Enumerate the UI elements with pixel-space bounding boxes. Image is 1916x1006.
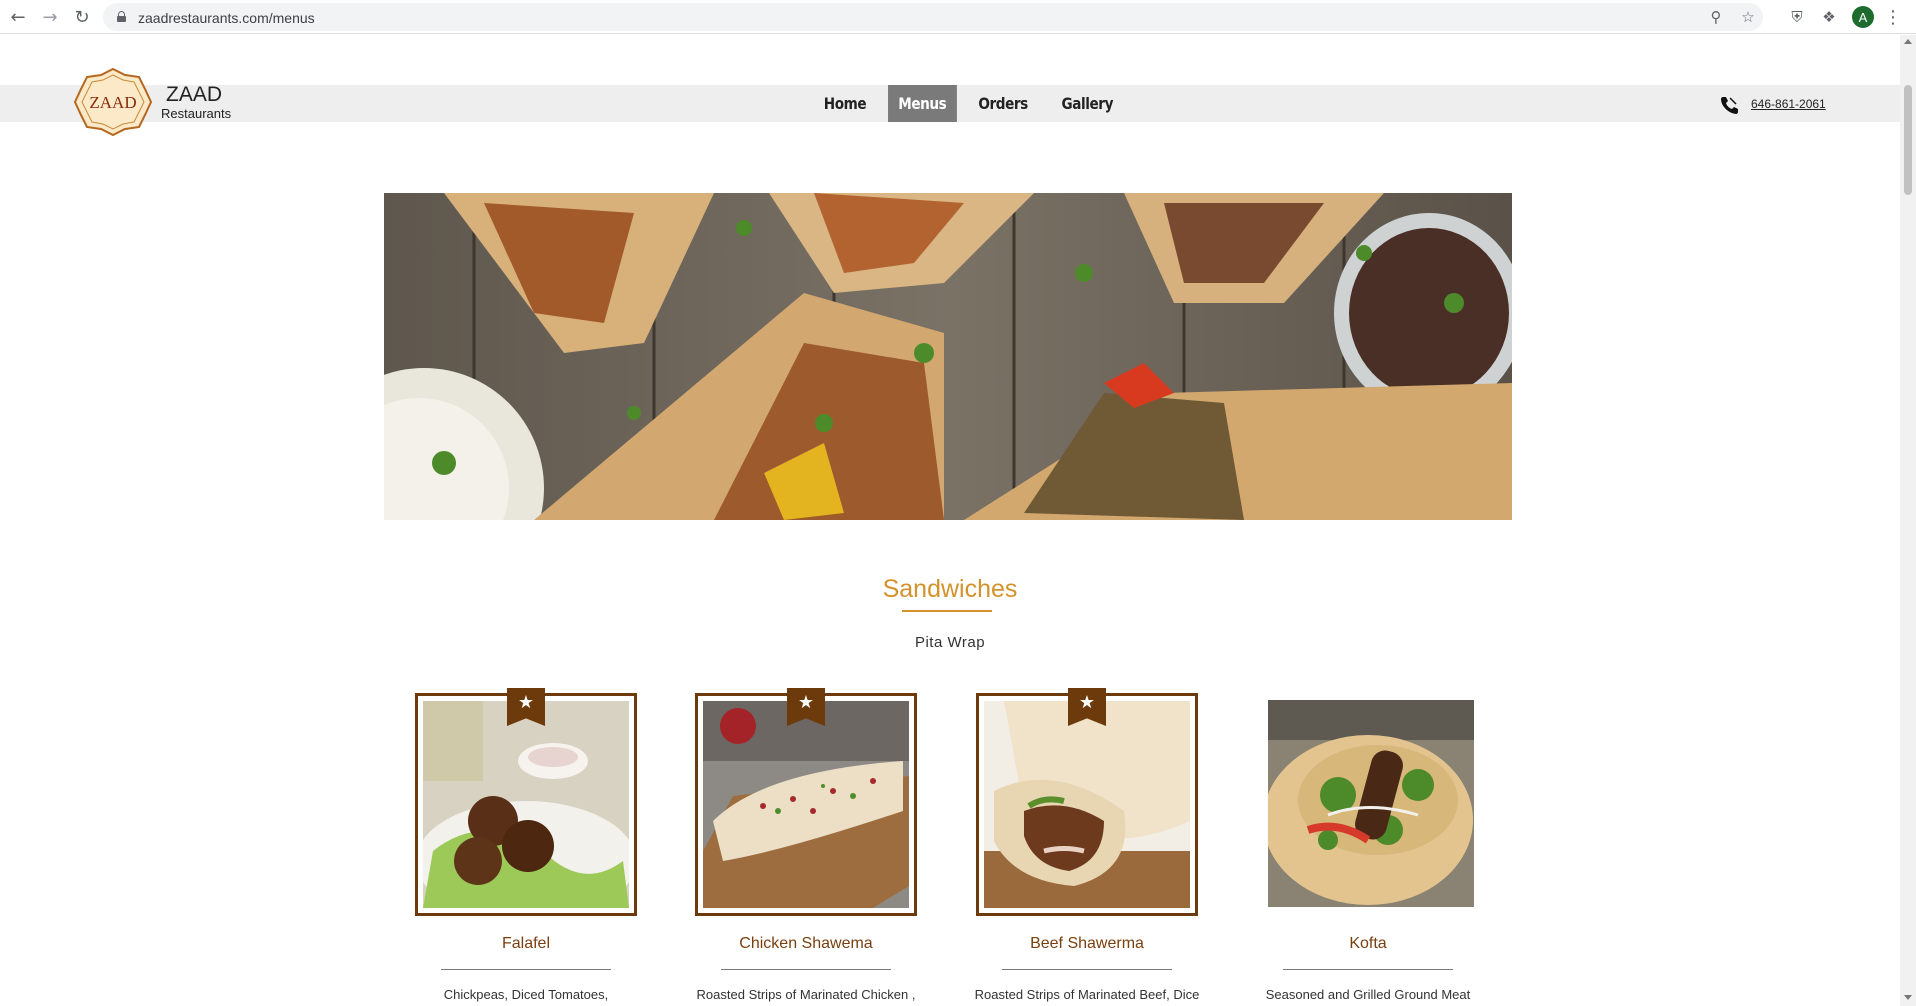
item-divider xyxy=(1002,969,1172,970)
phone-link[interactable]: 646-861-2061 xyxy=(1751,97,1826,111)
shield-extension-icon[interactable]: ⛨ xyxy=(1786,6,1808,28)
lock-icon xyxy=(117,11,126,22)
back-icon[interactable]: ← xyxy=(6,5,30,29)
page-scrollbar[interactable] xyxy=(1900,35,1916,1006)
item-name: Chicken Shawema xyxy=(739,935,873,952)
scrollbar-thumb[interactable] xyxy=(1904,85,1912,195)
scroll-up-arrow-icon[interactable] xyxy=(1904,39,1912,44)
reload-icon[interactable]: ↻ xyxy=(70,5,94,29)
item-description: Roasted Strips of Marinated Chicken , xyxy=(696,987,916,1002)
item-divider xyxy=(721,969,891,970)
nav-gallery[interactable]: Gallery xyxy=(1051,85,1123,122)
beef-shawerma-photo[interactable] xyxy=(984,701,1190,908)
section-subtitle: Pita Wrap xyxy=(914,634,986,651)
item-name: Kofta xyxy=(1349,935,1387,952)
bookmark-star-icon[interactable]: ☆ xyxy=(1739,8,1757,26)
falafel-photo[interactable] xyxy=(423,701,629,908)
item-description: Seasoned and Grilled Ground Meat xyxy=(1265,987,1471,1002)
puzzle-extensions-icon[interactable]: ❖ xyxy=(1818,6,1840,28)
brand-subtitle: Restaurants xyxy=(161,106,232,121)
nav-home[interactable]: Home xyxy=(814,85,877,122)
zaad-logo[interactable]: ZAAD xyxy=(73,67,153,137)
section-title: Sandwiches xyxy=(882,575,1018,603)
item-frame xyxy=(976,693,1198,916)
chicken-shawema-photo[interactable] xyxy=(703,701,909,908)
phone-icon xyxy=(1721,97,1738,114)
address-bar[interactable]: zaadrestaurants.com/menus ⚲ ☆ xyxy=(103,3,1763,31)
item-divider xyxy=(1283,969,1453,970)
url-text[interactable]: zaadrestaurants.com/menus xyxy=(138,10,315,26)
kofta-photo[interactable] xyxy=(1268,700,1474,907)
item-description: Roasted Strips of Marinated Beef, Dice xyxy=(974,987,1200,1002)
nav-orders[interactable]: Orders xyxy=(969,85,1039,122)
item-frame xyxy=(1257,693,1479,916)
menu-kebab-icon[interactable]: ⋮ xyxy=(1882,6,1904,28)
scroll-down-arrow-icon[interactable] xyxy=(1904,995,1912,1000)
web-page: ZAAD ZAAD Restaurants Home Menus Orders … xyxy=(0,35,1900,1006)
item-name: Beef Shawerma xyxy=(1030,935,1144,952)
item-divider xyxy=(441,969,611,970)
main-nav: Home Menus Orders Gallery xyxy=(808,85,1129,122)
logo-text: ZAAD xyxy=(89,93,136,112)
item-description: Chickpeas, Diced Tomatoes, xyxy=(443,987,609,1002)
section-divider xyxy=(902,610,992,612)
item-frame xyxy=(415,693,637,916)
item-name: Falafel xyxy=(501,935,551,952)
item-frame xyxy=(695,693,917,916)
hero-wraps-image xyxy=(384,193,1512,520)
forward-icon[interactable]: → xyxy=(38,5,62,29)
nav-menus[interactable]: Menus xyxy=(887,85,957,122)
brand-name: ZAAD xyxy=(166,83,223,106)
zoom-icon[interactable]: ⚲ xyxy=(1707,8,1725,26)
profile-avatar[interactable]: A xyxy=(1852,6,1874,28)
browser-toolbar: ← → ↻ zaadrestaurants.com/menus ⚲ ☆ ⛨ ❖ … xyxy=(0,0,1916,34)
